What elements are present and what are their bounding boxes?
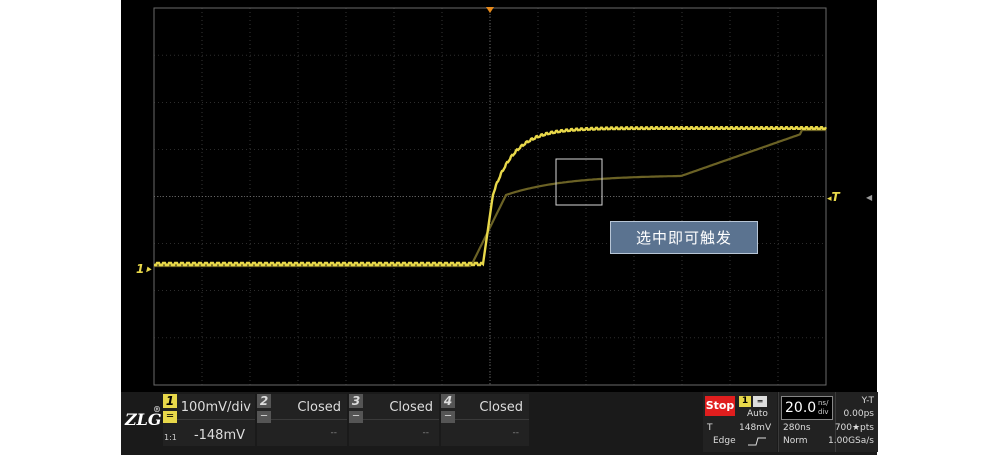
- trigger-level-marker[interactable]: ◂T: [827, 190, 840, 204]
- trigger-coupling-icon: ═: [753, 396, 767, 407]
- channel-1-offset: -148mV: [193, 428, 245, 443]
- trigger-mode: Auto: [747, 409, 768, 419]
- trigger-position-marker: [486, 7, 494, 13]
- oscilloscope-window: 1⯈ ◂T ◀ 选中即可触发 ZLG ® 1 ═ 1:1 100mV/div -1…: [121, 0, 878, 455]
- horizontal-position: 280ns: [783, 423, 811, 433]
- channel-1-coupling-icon: ═: [163, 411, 177, 423]
- trigger-type: Edge: [713, 436, 736, 446]
- channel-2-panel[interactable]: 2 ─ Closed --: [257, 394, 347, 446]
- channel-3-coupling-icon: ─: [349, 411, 363, 423]
- timebase-box: 20.0 ns/ div: [781, 396, 833, 420]
- channel-3-number: 3: [349, 394, 363, 408]
- trigger-tooltip: 选中即可触发: [610, 221, 758, 254]
- waveform-grid: [153, 7, 828, 386]
- rising-edge-icon: [748, 437, 766, 446]
- channel-1-probe-ratio: 1:1: [164, 433, 177, 442]
- timebase-panel[interactable]: 20.0 ns/ div 280ns Norm: [778, 392, 835, 452]
- channel-4-scale: Closed: [479, 400, 523, 415]
- channel-2-scale: Closed: [297, 400, 341, 415]
- channel-2-coupling-icon: ─: [257, 411, 271, 423]
- channel-1-panel[interactable]: 1 ═ 1:1 100mV/div -148mV: [163, 394, 255, 446]
- trigger-level-value: 148mV: [739, 423, 772, 433]
- trigger-level-label: T: [707, 423, 713, 433]
- channel-3-panel[interactable]: 3 ─ Closed --: [349, 394, 439, 446]
- delay-value: 0.00ps: [843, 409, 874, 419]
- timebase-unit-bottom: div: [818, 408, 829, 416]
- channel-3-scale: Closed: [389, 400, 433, 415]
- channel-4-panel[interactable]: 4 ─ Closed --: [441, 394, 529, 446]
- acquisition-mode: Norm: [783, 436, 808, 446]
- channel-1-number: 1: [163, 394, 177, 408]
- channel-4-offset: --: [512, 428, 520, 438]
- display-panel[interactable]: Y-T 0.00ps 700★pts 1.00GSa/s: [828, 392, 878, 452]
- timebase-unit-top: ns/: [818, 399, 829, 407]
- channel-3-offset: --: [422, 428, 430, 438]
- display-mode: Y-T: [861, 396, 874, 406]
- trigger-source-badge: 1: [739, 396, 751, 407]
- channel-2-number: 2: [257, 394, 271, 408]
- sample-rate: 1.00GSa/s: [828, 436, 874, 446]
- status-bar: ZLG ® 1 ═ 1:1 100mV/div -148mV 2 ─ Closed…: [121, 392, 878, 455]
- run-stop-button[interactable]: Stop: [705, 396, 735, 416]
- channel-4-coupling-icon: ─: [441, 411, 455, 423]
- trigger-panel[interactable]: Stop 1 ═ Auto T 148mV Edge: [703, 392, 777, 452]
- side-menu-arrow-icon[interactable]: ◀: [866, 193, 872, 202]
- channel-1-marker[interactable]: 1⯈: [136, 262, 152, 276]
- waveform-display[interactable]: 1⯈ ◂T ◀ 选中即可触发: [121, 0, 877, 392]
- memory-depth: 700★pts: [834, 423, 874, 433]
- brand-logo: ZLG ®: [125, 404, 162, 429]
- channel-1-scale: 100mV/div: [180, 400, 251, 415]
- timebase-value: 20.0: [785, 400, 817, 416]
- channel-4-number: 4: [441, 394, 455, 408]
- channel-2-offset: --: [330, 428, 338, 438]
